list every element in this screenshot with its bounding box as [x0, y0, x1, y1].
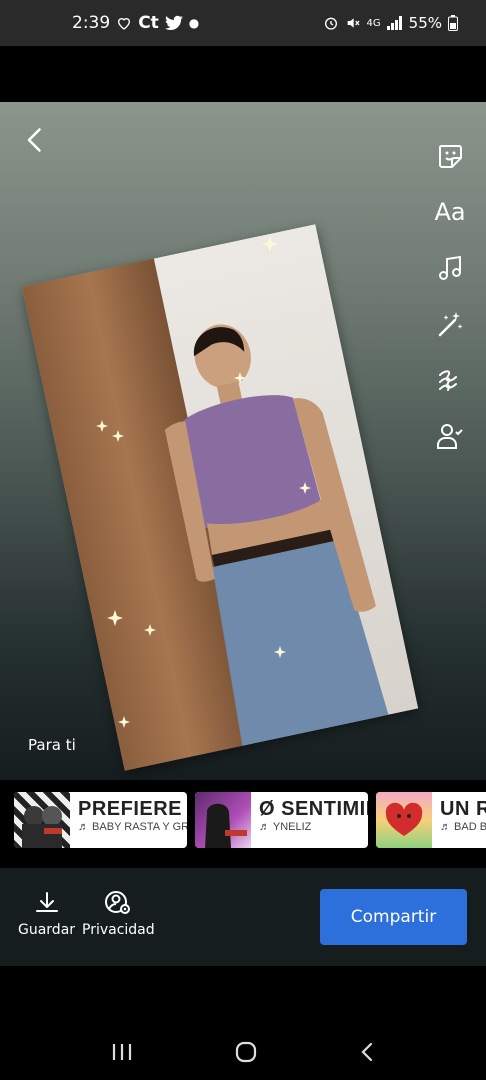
heart-icon: [118, 18, 131, 30]
mute-icon: [347, 18, 360, 28]
recent-apps-icon[interactable]: [111, 1042, 133, 1062]
save-button[interactable]: Guardar: [18, 890, 75, 938]
caption-text[interactable]: Para ti: [28, 736, 76, 754]
alarm-icon: [324, 17, 337, 30]
privacy-label: Privacidad: [82, 922, 155, 938]
status-left: 2:39 Ct ●: [72, 13, 199, 33]
music-title: Ø SENTIMIEN: [259, 798, 368, 820]
music-title: PREFIERE ES: [78, 798, 187, 820]
album-art-image: [385, 802, 423, 836]
battery-percent: 55%: [408, 14, 442, 32]
privacy-button[interactable]: Privacidad: [82, 890, 155, 938]
top-band: [0, 46, 486, 102]
music-info: Ø SENTIMIEN ♬ YNELIZ: [251, 792, 368, 848]
network-label: 4G: [366, 17, 381, 29]
music-info: PREFIERE ES ♬ BABY RASTA Y GRINGO: [70, 792, 187, 848]
album-art: [376, 792, 432, 848]
home-icon[interactable]: [234, 1040, 258, 1064]
music-title: UN RA: [440, 798, 486, 820]
share-label: Compartir: [350, 907, 437, 927]
privacy-settings-icon: [105, 891, 131, 914]
music-info: UN RA ♬ BAD BUN: [432, 792, 486, 848]
album-art: [195, 792, 251, 848]
download-icon: [35, 892, 58, 912]
signal-icon: [386, 16, 402, 30]
music-artist: ♬ YNELIZ: [259, 821, 312, 833]
share-button[interactable]: Compartir: [320, 889, 467, 945]
album-art-image: [205, 803, 247, 848]
back-nav-icon[interactable]: [359, 1041, 375, 1063]
system-nav-bar: [0, 1024, 486, 1080]
music-card[interactable]: Ø SENTIMIEN ♬ YNELIZ: [195, 792, 368, 848]
battery-icon: [448, 15, 458, 31]
music-artist: ♬ BABY RASTA Y GRINGO: [78, 821, 187, 833]
album-art-image: [22, 806, 62, 848]
music-artist: ♬ BAD BUN: [440, 821, 486, 833]
twitter-icon: [164, 15, 183, 31]
sparkle-decoration: [96, 236, 311, 728]
save-label: Guardar: [18, 922, 76, 938]
status-time: 2:39: [72, 13, 111, 33]
status-right: 4G 55%: [323, 14, 458, 32]
dot-icon: ●: [188, 16, 200, 30]
music-card[interactable]: PREFIERE ES ♬ BABY RASTA Y GRINGO: [14, 792, 187, 848]
music-card[interactable]: UN RA ♬ BAD BUN: [376, 792, 486, 848]
ct-icon: Ct: [138, 13, 159, 33]
status-bar: 2:39 Ct ● 4G 55%: [0, 0, 486, 46]
music-suggestions: PREFIERE ES ♬ BABY RASTA Y GRINGO Ø SENT…: [14, 792, 486, 850]
album-art: [14, 792, 70, 848]
